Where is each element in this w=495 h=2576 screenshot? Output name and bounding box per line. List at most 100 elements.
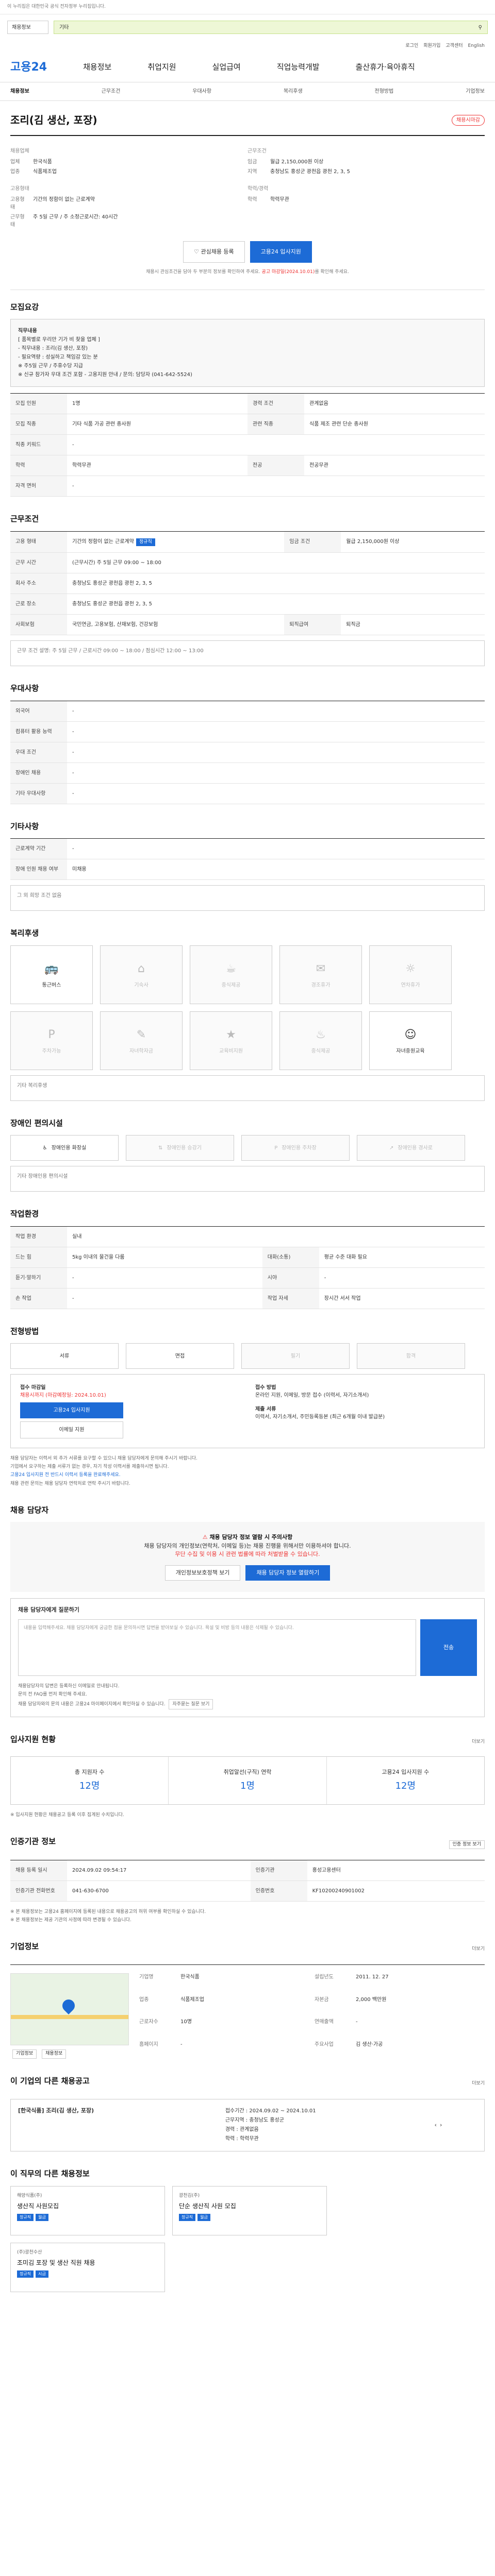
tab-process[interactable]: 전형방법: [375, 88, 394, 95]
other-table: 근로계약 기간 - 장애 인원 채용 여부 미채용: [10, 838, 485, 880]
welfare-meal: ☕ 중식제공: [190, 945, 272, 1004]
tab-recruit[interactable]: 채용정보: [10, 88, 29, 95]
tab-welfare[interactable]: 복리후생: [284, 88, 303, 95]
gnb-item-leave[interactable]: 출산휴가·육아휴직: [356, 61, 415, 73]
util-login[interactable]: 로그인: [405, 43, 418, 50]
status-badge: 채용시마감: [452, 114, 485, 126]
disability-ramp: ↗ 장애인용 경사로: [357, 1135, 465, 1161]
util-lang[interactable]: English: [468, 43, 485, 50]
disability-note: 기타 장애인용 편의시설: [10, 1166, 485, 1192]
book-icon: ✎: [136, 1028, 146, 1041]
gnb-item-benefit[interactable]: 실업급여: [212, 61, 241, 73]
prev-arrow-icon[interactable]: ‹: [435, 2121, 437, 2130]
recruit-section: 모집요강 직무내용 [ 품목별로 우리만 기가 비 찾을 업체 ] - 직무내용…: [10, 290, 485, 502]
env-table: 작업 환경 실내 드는 힘 5kg 이내의 물건을 다룸 대화(소통) 평균 수준 대화…: [10, 1226, 485, 1309]
deadline-notice: 채용시 관심조건을 담아 두 부분의 정보를 확인하여 주세요. 공고 마감일(…: [10, 269, 485, 290]
privacy-button[interactable]: 개인정보보호정책 보기: [164, 1565, 241, 1581]
company-jobs-button[interactable]: 채용정보: [42, 2049, 67, 2059]
map-marker-icon: [60, 1997, 77, 2015]
tab-company[interactable]: 기업정보: [466, 88, 485, 95]
search-icon[interactable]: ⚲: [478, 24, 482, 31]
stat-online: 고용24 입사지원 수 12명: [382, 1769, 430, 1791]
welfare-lunch: ♨ 중식제공: [279, 1011, 362, 1070]
tab-conditions[interactable]: 근무조건: [102, 88, 121, 95]
category-select[interactable]: 채용정보: [7, 21, 48, 34]
related-card[interactable]: 광천김(주) 단순 생산직 사원 모집 정규직 월급: [172, 2185, 327, 2235]
other-job-box[interactable]: [한국식품] 조리(김 생산, 포장) 접수기간 : 2024.09.02 ~ …: [10, 2099, 485, 2152]
welfare-child: ☺ 자녀중원교육: [369, 1011, 452, 1070]
alert-icon: ⚠: [202, 1534, 208, 1541]
section-tabs: 채용정보 근무조건 우대사항 복리후생 전형방법 기업정보: [0, 82, 495, 101]
welfare-note: 기타 복리후생: [10, 1075, 485, 1101]
stat-total: 총 지원자 수 12명: [11, 1757, 169, 1804]
disability-cards: ♿ 장애인용 화장실 ⇅ 장애인용 승강기 P 장애인용 주차장 ↗ 장애인용 경사로: [10, 1135, 485, 1161]
disability-parking: P 장애인용 주차장: [241, 1135, 350, 1161]
apply-button[interactable]: 고용24 입사지원: [250, 241, 312, 263]
env-section: 작업환경 작업 환경 실내 드는 힘 5kg 이내의 물건을 다룸 대화(소통) 평균 …: [10, 1197, 485, 1314]
company-details: 기업명 한국식품 설립년도 2011. 12. 27 업종 식품제조업 자본금 2,000 …: [139, 1974, 389, 2047]
work-table: 고용 형태 기간의 정함이 없는 근로계약 정규직 임금 조건 월급 2,150,000…: [10, 531, 485, 635]
preferences-section: 우대사항 외국어 - 컴퓨터 활용 능력 - 우대 조건 - 장애인 채용 - 기타 우…: [10, 671, 485, 809]
other-jobs-more-link[interactable]: 더보기: [472, 2080, 485, 2088]
next-arrow-icon[interactable]: ›: [440, 2121, 442, 2130]
child-icon: ☺: [404, 1028, 417, 1041]
manager-section: 채용 담당자 ⚠ 채용 담당자 정보 열람 시 주의사항 채용 담당자의 개인정…: [10, 1493, 485, 1722]
faq-button[interactable]: 자주묻는 질문 보기: [169, 1699, 213, 1709]
related-section: 이 직무의 다른 채용정보 해양식품(주) 생산직 사원모집 정규직 월급 광천김…: [10, 2157, 485, 2297]
welfare-bus: 🚌 통근버스: [10, 945, 93, 1004]
company-section: 기업정보 더보기 기업정보 채용정보 기업명 한국식품 설립년도 2011. 12. 2…: [10, 1929, 485, 2064]
other-section: 기타사항 근로계약 기간 - 장애 인원 채용 여부 미채용 그 외 희망 조건 없…: [10, 809, 485, 917]
site-logo[interactable]: 고용24: [10, 59, 47, 76]
util-menu: 로그인 회원가입 고객센터 English: [0, 40, 495, 53]
qa-box: 채용 담당자에게 질문하기 내용을 입력해주세요. 채용 담당자에게 궁금한 점…: [10, 1598, 485, 1717]
util-join[interactable]: 회원가입: [423, 43, 440, 50]
welfare-section: 복리후생 🚌 통근버스 ⌂ 기숙사 ☕ 중식제공 ✉ 경조휴가 ☼ 연차휴가 P 주차가능 …: [10, 916, 485, 1106]
company-info-button[interactable]: 기업정보: [12, 2049, 37, 2059]
process-hints: 채용 담당자는 이력서 외 추가 서류를 요구할 수 있으니 채용 담당자에게 …: [10, 1456, 197, 1486]
meal-icon: ☕: [226, 962, 236, 975]
step-interview: 면접: [126, 1343, 234, 1369]
company-more-link[interactable]: 더보기: [472, 1946, 485, 1953]
gnb-item-support[interactable]: 취업지원: [147, 61, 176, 73]
bus-icon: 🚌: [44, 962, 59, 975]
view-manager-button[interactable]: 채용 담당자 정보 열람하기: [245, 1565, 331, 1581]
gift-icon: ✉: [316, 962, 326, 975]
gnb-item-training[interactable]: 직업능력개발: [277, 61, 320, 73]
section-title: 모집요강: [10, 302, 39, 312]
stats-box: 총 지원자 수 12명 취업알선(구직) 연락 1명 고용24 입사지원 수 12명: [10, 1756, 485, 1805]
company-map[interactable]: [10, 1973, 129, 2046]
method-email-button[interactable]: 이메일 지원: [20, 1421, 123, 1438]
cert-table: 채용 등록 일시 2024.09.02 09:54:17 인증기관 홍성고용센터 인증…: [10, 1859, 485, 1902]
send-button[interactable]: 전송: [420, 1619, 477, 1676]
disability-elevator: ⇅ 장애인용 승강기: [126, 1135, 234, 1161]
welfare-dorm: ⌂ 기숙사: [100, 945, 183, 1004]
gnb-item-jobs[interactable]: 채용정보: [83, 61, 111, 73]
related-card[interactable]: 해양식품(주) 생산직 사원모집 정규직 월급: [10, 2185, 165, 2235]
disability-section: 장애인 편의시설 ♿ 장애인용 화장실 ⇅ 장애인용 승강기 P 장애인용 주차장 ↗…: [10, 1106, 485, 1197]
house-icon: ⌂: [138, 962, 145, 975]
welfare-cards: 🚌 통근버스 ⌂ 기숙사 ☕ 중식제공 ✉ 경조휴가 ☼ 연차휴가 P 주차가능 ✎ 자녀학자…: [10, 945, 485, 1070]
welfare-vacation: ☼ 연차휴가: [369, 945, 452, 1004]
related-card[interactable]: (주)광천수산 조미김 포장 및 생산 직원 채용 정규직 시급: [10, 2242, 165, 2292]
action-buttons: ♡ 관심채용 등록 고용24 입사지원: [10, 235, 485, 269]
disability-toilet: ♿ 장애인용 화장실: [10, 1135, 119, 1161]
process-section: 전형방법 서류 면접 필기 합격 접수 마감일 채용시까지 (마감예정일: 20…: [10, 1314, 485, 1493]
other-extra: 그 외 희망 조건 없음: [10, 885, 485, 911]
tab-preferences[interactable]: 우대사항: [192, 88, 211, 95]
other-jobs-section: 이 기업의 다른 채용공고 더보기 [한국식품] 조리(김 생산, 포장) 접수기…: [10, 2064, 485, 2157]
job-desc-box: 직무내용 [ 품목별로 우리만 기가 비 찾을 업체 ] - 직무내용 : 조리…: [10, 319, 485, 387]
recruit-table: 모집 인원 1명 경력 조건 관계없음 모집 직종 기타 식품 가공 관련 종사원 관련 …: [10, 393, 485, 497]
stats-section: 입사지원 현황 더보기 총 지원자 수 12명 취업알선(구직) 연락 1명 고용24…: [10, 1734, 485, 1818]
question-textarea[interactable]: 내용을 입력해주세요. 채용 담당자에게 궁금한 점을 문의하시면 답변을 받아…: [18, 1619, 416, 1676]
cert-info-button[interactable]: 인증 정보 보기: [449, 1840, 485, 1849]
company-box: 기업정보 채용정보 기업명 한국식품 설립년도 2011. 12. 27 업종 식품제조…: [10, 1964, 485, 2059]
stats-more-link[interactable]: 더보기: [472, 1739, 485, 1746]
edu-icon: ★: [226, 1028, 236, 1041]
step-pass: 합격: [357, 1343, 465, 1369]
interest-button[interactable]: ♡ 관심채용 등록: [183, 241, 245, 263]
method-apply-button[interactable]: 고용24 입사지원: [20, 1402, 123, 1418]
page-title: 조리(김 생산, 포장): [10, 114, 97, 126]
util-help[interactable]: 고객센터: [446, 43, 463, 50]
gov-banner: 이 누리집은 대한민국 공식 전자정부 누리집입니다.: [0, 0, 495, 14]
search-input[interactable]: 기타 ⚲: [54, 21, 488, 34]
